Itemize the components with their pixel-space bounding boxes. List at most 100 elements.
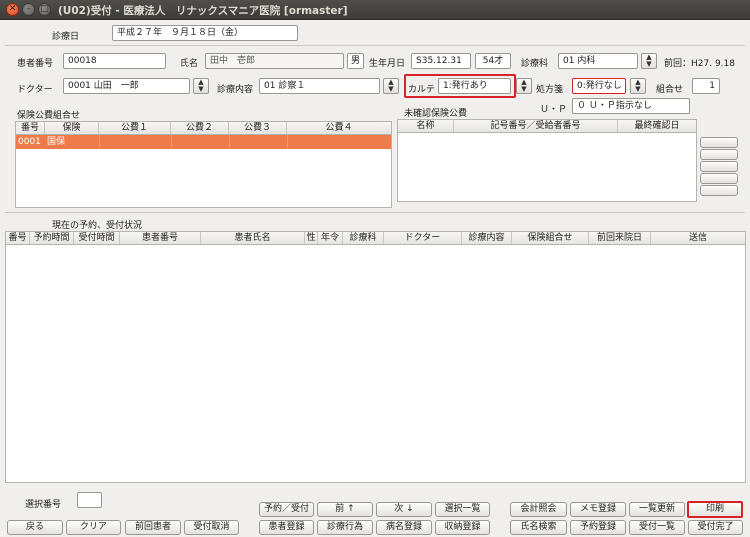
column-header[interactable]: 公費４	[287, 122, 391, 134]
uketsuke-ichiran-button[interactable]: 受付一覧	[629, 520, 685, 535]
yoyaku-uketsuke-button[interactable]: 予約／受付	[259, 502, 314, 517]
chevron-updown-icon: ▲ ▼	[646, 53, 652, 68]
shohosen-label: 処方箋	[536, 85, 564, 95]
zenkai-kanja-button[interactable]: 前回患者	[125, 520, 181, 535]
window-close-button[interactable]: ✕	[6, 3, 19, 16]
column-header[interactable]: 記号番号／受給者番号	[454, 120, 618, 132]
chevron-updown-icon: ▲ ▼	[521, 78, 527, 93]
column-header[interactable]: 保険組合せ	[512, 232, 589, 244]
next-button[interactable]: 次 ↓	[376, 502, 432, 517]
side-button-3[interactable]	[700, 161, 738, 172]
side-button-1[interactable]	[700, 137, 738, 148]
kumiawase-input[interactable]: 1	[692, 78, 720, 94]
hoken-section-label: 保険公費組合せ	[17, 111, 81, 121]
uketsuke-kanryo-button[interactable]: 受付完了	[688, 520, 743, 535]
doctor-select[interactable]: 0001 山田 一郎	[63, 78, 190, 94]
table-cell	[171, 135, 229, 149]
column-header[interactable]: 公費２	[171, 122, 229, 134]
table-cell	[229, 135, 287, 149]
kaikei-shokai-button[interactable]: 会計照会	[510, 502, 567, 517]
column-header[interactable]: 診療科	[343, 232, 384, 244]
print-button[interactable]: 印刷	[687, 501, 743, 518]
column-header[interactable]: 患者氏名	[201, 232, 305, 244]
shimei-kensaku-button[interactable]: 氏名検索	[510, 520, 567, 535]
shinryoka-spin[interactable]: ▲ ▼	[641, 53, 657, 69]
column-header[interactable]: 名称	[398, 120, 454, 132]
birth-label: 生年月日	[369, 59, 406, 69]
prev-button[interactable]: 前 ↑	[317, 502, 373, 517]
karte-label: カルテ	[408, 85, 436, 95]
table-cell	[287, 135, 391, 149]
column-header[interactable]: 公費３	[229, 122, 287, 134]
yoyaku-table: 番号 予約時間 受付時間 患者番号 患者氏名 性 年令 診療科 ドクター 診療内…	[5, 231, 746, 483]
shinryoka-label: 診療科	[521, 59, 549, 69]
uketsuke-torikeshi-button[interactable]: 受付取消	[184, 520, 239, 535]
back-button[interactable]: 戻る	[7, 520, 63, 535]
column-header[interactable]: 患者番号	[120, 232, 201, 244]
column-header[interactable]: 公費１	[99, 122, 171, 134]
window-title: (U02)受付 - 医療法人 リナックスマニア医院 [ormaster]	[58, 5, 348, 17]
column-header[interactable]: 年令	[318, 232, 343, 244]
sentaku-label: 選択番号	[25, 500, 62, 510]
column-header[interactable]: 前回来院日	[589, 232, 651, 244]
column-header[interactable]: ドクター	[384, 232, 462, 244]
birth-field: S35.12.31	[411, 53, 471, 69]
shuno-toroku-button[interactable]: 収納登録	[435, 520, 490, 535]
table-row-selected[interactable]: 0001 国保	[16, 135, 391, 149]
shimei-label: 氏名	[180, 59, 199, 69]
column-header[interactable]: 番号	[16, 122, 45, 134]
window-maximize-button[interactable]: □	[38, 3, 51, 16]
window-minimize-button[interactable]: –	[22, 3, 35, 16]
naiyo-select[interactable]: 01 診察１	[259, 78, 380, 94]
naiyo-spin[interactable]: ▲ ▼	[383, 78, 399, 94]
column-header[interactable]: 保険	[45, 122, 99, 134]
column-header[interactable]: 最終確認日	[618, 120, 696, 132]
kanja-toroku-button[interactable]: 患者登録	[259, 520, 314, 535]
karte-spin[interactable]: ▲ ▼	[516, 78, 532, 94]
up-label: Ｕ・Ｐ	[540, 105, 568, 115]
column-header[interactable]: 番号	[6, 232, 30, 244]
memo-toroku-button[interactable]: メモ登録	[570, 502, 626, 517]
yoyaku-table-header: 番号 予約時間 受付時間 患者番号 患者氏名 性 年令 診療科 ドクター 診療内…	[6, 232, 745, 245]
sex-field: 男	[347, 53, 364, 69]
close-icon: ✕	[8, 4, 17, 14]
shinryobi-field[interactable]: 平成２７年 ９月１８日（金）	[112, 25, 298, 41]
shohosen-spin[interactable]: ▲ ▼	[630, 78, 646, 94]
chevron-updown-icon: ▲ ▼	[198, 78, 204, 93]
mikakunin-table-header: 名称 記号番号／受給者番号 最終確認日	[398, 120, 696, 133]
column-header[interactable]: 性	[305, 232, 318, 244]
shohosen-select[interactable]: 0:発行なし	[572, 78, 626, 94]
kanja-bango-label: 患者番号	[17, 59, 54, 69]
kanja-bango-input[interactable]: 00018	[63, 53, 166, 69]
chevron-updown-icon: ▲ ▼	[388, 78, 394, 93]
header-divider	[5, 45, 745, 46]
hoken-table: 番号 保険 公費１ 公費２ 公費３ 公費４ 0001 国保	[15, 121, 392, 208]
kumiawase-label: 組合せ	[656, 85, 684, 95]
column-header[interactable]: 診療内容	[462, 232, 512, 244]
ichiran-koshin-button[interactable]: 一覧更新	[629, 502, 685, 517]
side-button-2[interactable]	[700, 149, 738, 160]
shinryoka-select[interactable]: 01 内科	[558, 53, 638, 69]
side-button-4[interactable]	[700, 173, 738, 184]
yoyaku-toroku-button[interactable]: 予約登録	[570, 520, 626, 535]
doctor-spin[interactable]: ▲ ▼	[193, 78, 209, 94]
column-header[interactable]: 受付時間	[74, 232, 120, 244]
karte-select[interactable]: 1:発行あり	[438, 78, 511, 94]
yoyaku-section-label: 現在の予約、受付状況	[52, 221, 143, 231]
table-cell: 0001	[18, 137, 41, 147]
section-divider	[5, 212, 745, 213]
side-button-5[interactable]	[700, 185, 738, 196]
sentaku-input[interactable]	[77, 492, 102, 508]
doctor-label: ドクター	[17, 85, 53, 95]
clear-button[interactable]: クリア	[66, 520, 121, 535]
zenkai-text: 前回：H27. 9.18	[664, 59, 735, 69]
naiyo-label: 診療内容	[217, 85, 254, 95]
column-header[interactable]: 予約時間	[30, 232, 74, 244]
shinryo-koi-button[interactable]: 診療行為	[317, 520, 373, 535]
up-select[interactable]: ０ Ｕ・Ｐ指示なし	[572, 98, 690, 114]
sentaku-ichiran-button[interactable]: 選択一覧	[435, 502, 490, 517]
table-cell: 国保	[47, 137, 66, 147]
maximize-icon: □	[40, 4, 49, 14]
byomei-toroku-button[interactable]: 病名登録	[376, 520, 432, 535]
column-header[interactable]: 送信	[651, 232, 745, 244]
